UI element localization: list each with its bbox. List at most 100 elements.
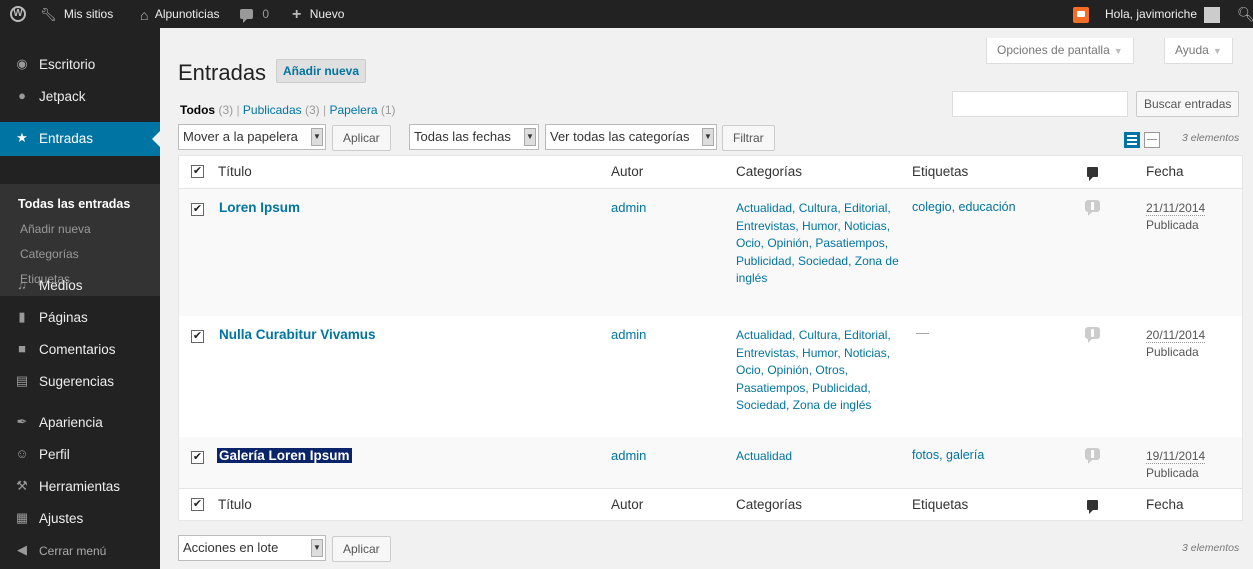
- select-all-checkbox[interactable]: ✔: [191, 165, 204, 178]
- filter-published-link[interactable]: Publicadas: [243, 103, 302, 117]
- comments-column-icon[interactable]: [1087, 500, 1098, 514]
- notification-icon: [1073, 6, 1089, 23]
- bulk-action-select-top[interactable]: Mover a la papelera ▼: [178, 124, 326, 150]
- sidebar-item-ajustes[interactable]: ▦ Ajustes: [0, 502, 160, 536]
- sidebar-item-perfil[interactable]: ☺ Perfil: [0, 438, 160, 472]
- pages-icon: ▮: [18, 308, 26, 324]
- chevron-down-icon: ▼: [524, 128, 536, 146]
- main-content: Opciones de pantalla ▼ Ayuda ▼ Entradas Añ…: [160, 28, 1253, 569]
- feedback-icon: ▤: [15, 372, 29, 388]
- comments-column-icon[interactable]: [1087, 167, 1098, 181]
- categories-filter-select[interactable]: Ver todas las categorías ▼: [545, 124, 717, 150]
- comments-menu[interactable]: 0: [240, 0, 269, 28]
- collapse-menu-button[interactable]: ◀ Cerrar menú: [0, 534, 160, 568]
- new-content-menu[interactable]: + Nuevo: [292, 0, 344, 28]
- post-author-link[interactable]: admin: [611, 327, 646, 342]
- appearance-icon: ✒: [16, 413, 28, 429]
- row-checkbox[interactable]: ✔: [191, 203, 204, 216]
- post-tags[interactable]: colegio, educación: [912, 200, 1016, 214]
- submenu-item-categories[interactable]: Categorías: [20, 247, 79, 261]
- chevron-down-icon: ▼: [702, 128, 714, 146]
- notifications-button[interactable]: [1073, 0, 1089, 28]
- comment-count-icon[interactable]: [1085, 200, 1100, 216]
- column-date-header[interactable]: Fecha: [1146, 164, 1184, 179]
- post-author-link[interactable]: admin: [611, 200, 646, 215]
- column-title-header[interactable]: Título: [218, 164, 252, 179]
- sidebar-item-label: Comentarios: [39, 342, 116, 357]
- filter-all-count: (3): [218, 103, 234, 117]
- search-icon[interactable]: 🔍︎: [1237, 0, 1253, 28]
- filter-trash-link[interactable]: Papelera: [329, 103, 377, 117]
- chevron-down-icon: ▼: [1113, 46, 1123, 56]
- post-date: 20/11/2014 Publicada: [1146, 327, 1206, 361]
- sidebar-item-label: Herramientas: [39, 479, 121, 494]
- search-input[interactable]: [952, 91, 1128, 117]
- sidebar-item-label: Ajustes: [39, 511, 84, 526]
- submenu-item-add-new[interactable]: Añadir nueva: [20, 222, 91, 236]
- search-posts-button[interactable]: Buscar entradas: [1136, 91, 1240, 117]
- filter-all-link[interactable]: Todos: [180, 103, 215, 117]
- bulk-action-selected: Mover a la papelera: [183, 129, 298, 144]
- post-date: 21/11/2014 Publicada: [1146, 200, 1206, 234]
- post-categories[interactable]: Actualidad, Cultura, Editorial, Entrevis…: [736, 200, 901, 288]
- screen-options-button[interactable]: Opciones de pantalla ▼: [986, 38, 1134, 64]
- comment-count-icon[interactable]: [1085, 327, 1100, 343]
- sidebar-item-herramientas[interactable]: ⚒ Herramientas: [0, 470, 160, 504]
- column-date-footer[interactable]: Fecha: [1146, 497, 1184, 512]
- sidebar-item-paginas[interactable]: ▮ Páginas: [0, 301, 160, 335]
- sidebar-item-sugerencias[interactable]: ▤ Sugerencias: [0, 365, 160, 399]
- sidebar-item-label: Entradas: [39, 131, 94, 146]
- post-status: Publicada: [1146, 345, 1199, 359]
- sidebar-item-jetpack[interactable]: ● Jetpack: [0, 80, 160, 114]
- site-name-label: Alpunoticias: [154, 7, 220, 21]
- filter-button[interactable]: Filtrar: [722, 125, 775, 151]
- excerpt-view-icon[interactable]: [1144, 132, 1160, 148]
- select-all-checkbox-bottom[interactable]: ✔: [191, 498, 204, 511]
- post-title-link[interactable]: Galería Loren Ipsum: [217, 448, 352, 463]
- bulk-action-select-bottom[interactable]: Acciones en lote ▼: [178, 535, 326, 561]
- apply-bulk-button-bottom[interactable]: Aplicar: [332, 536, 391, 562]
- row-checkbox[interactable]: ✔: [191, 330, 204, 343]
- post-categories[interactable]: Actualidad, Cultura, Editorial, Entrevis…: [736, 327, 901, 415]
- post-tags: —: [916, 325, 929, 340]
- post-tags[interactable]: fotos, galería: [912, 448, 984, 462]
- add-new-button[interactable]: Añadir nueva: [276, 59, 367, 83]
- wordpress-logo-icon[interactable]: W: [10, 0, 28, 28]
- status-filter-links: Todos (3) | Publicadas (3) | Papelera (1…: [180, 103, 396, 117]
- table-row: ✔ Loren Ipsum admin Actualidad, Cultura,…: [179, 189, 1242, 316]
- help-button[interactable]: Ayuda ▼: [1164, 38, 1233, 64]
- sidebar-item-medios[interactable]: ♫ Medios: [0, 269, 160, 303]
- post-categories[interactable]: Actualidad: [736, 448, 901, 466]
- row-checkbox[interactable]: ✔: [191, 451, 204, 464]
- submenu-item-all-posts[interactable]: Todas las entradas: [18, 197, 130, 211]
- post-title-link[interactable]: Loren Ipsum: [219, 200, 300, 215]
- post-author-link[interactable]: admin: [611, 448, 646, 463]
- apply-bulk-button-top[interactable]: Aplicar: [332, 125, 391, 151]
- sidebar-item-comentarios[interactable]: ■ Comentarios: [0, 333, 160, 367]
- categories-filter-selected: Ver todas las categorías: [550, 129, 690, 144]
- post-title-link[interactable]: Nulla Curabitur Vivamus: [219, 327, 376, 342]
- filter-published-count: (3): [304, 103, 320, 117]
- sidebar-item-escritorio[interactable]: ◉ Escritorio: [0, 48, 160, 82]
- new-label: Nuevo: [309, 7, 345, 21]
- list-view-icon[interactable]: [1124, 132, 1140, 148]
- filter-trash-count: (1): [380, 103, 396, 117]
- post-date-value: 21/11/2014: [1146, 201, 1206, 216]
- comment-icon: [240, 8, 253, 23]
- site-name-menu[interactable]: ⌂ Alpunoticias: [140, 0, 220, 28]
- column-categories-footer: Categorías: [736, 497, 803, 512]
- posts-table: ✔ Título Autor Categorías Etiquetas Fech…: [178, 155, 1243, 521]
- my-sites-menu[interactable]: 🔧︎ Mis sitios: [40, 0, 113, 28]
- column-title-footer[interactable]: Título: [218, 497, 252, 512]
- sidebar-item-entradas[interactable]: ★ Entradas: [0, 122, 160, 156]
- table-row: ✔ Galería Loren Ipsum admin Actualidad f…: [179, 437, 1242, 488]
- comment-count-icon[interactable]: [1085, 448, 1100, 464]
- dates-filter-select[interactable]: Todas las fechas ▼: [409, 124, 539, 150]
- home-icon: ⌂: [140, 6, 149, 23]
- account-menu[interactable]: Hola, javimoriche: [1105, 0, 1221, 28]
- profile-icon: ☺: [15, 445, 29, 461]
- column-tags-header: Etiquetas: [912, 164, 969, 179]
- post-date-value: 20/11/2014: [1146, 328, 1206, 343]
- sidebar-item-apariencia[interactable]: ✒ Apariencia: [0, 406, 160, 440]
- table-header-row: ✔ Título Autor Categorías Etiquetas Fech…: [179, 156, 1242, 189]
